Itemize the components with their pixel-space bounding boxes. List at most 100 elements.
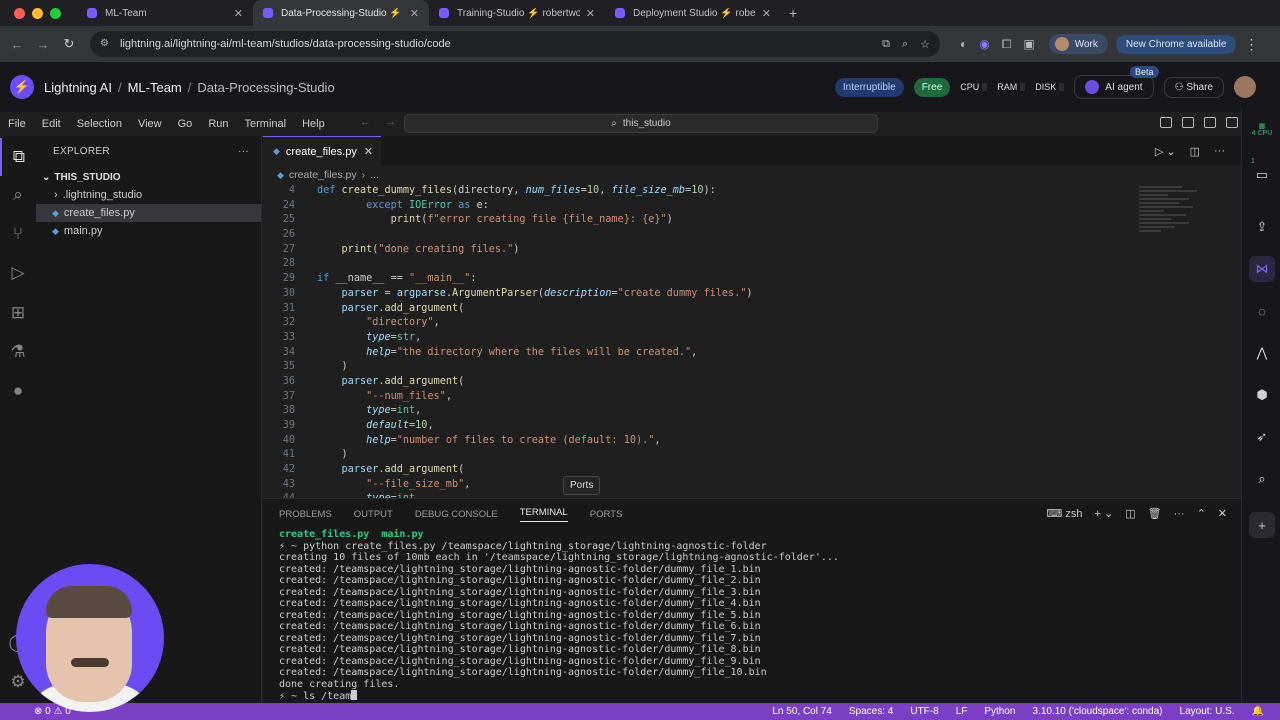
end-of-line[interactable]: LF (956, 706, 968, 717)
workspace-root[interactable]: ⌄ THIS_STUDIO (36, 168, 261, 186)
split-terminal-icon[interactable]: ◫ (1125, 507, 1135, 520)
language-mode[interactable]: Python (984, 706, 1015, 717)
breadcrumb-team[interactable]: ML-Team (128, 80, 182, 95)
toggle-sidebar-icon[interactable] (1182, 117, 1194, 128)
tree-file[interactable]: ◆ main.py (36, 222, 261, 240)
minimap[interactable] (1139, 184, 1211, 264)
code-line[interactable]: 39 default=10, (263, 419, 1241, 434)
add-plugin-icon[interactable]: + (1249, 512, 1275, 538)
more-actions-icon[interactable]: ··· (1174, 508, 1185, 520)
tab-problems[interactable]: PROBLEMS (279, 509, 332, 520)
jupyter-icon[interactable]: ◌ (1249, 298, 1275, 324)
more-actions-icon[interactable]: ··· (1214, 145, 1225, 157)
breadcrumb-symbol[interactable]: ... (370, 169, 379, 181)
search-icon[interactable]: ⌕ (0, 176, 36, 214)
more-actions-icon[interactable]: ··· (238, 146, 249, 157)
menu-terminal[interactable]: Terminal (237, 118, 295, 130)
chrome-menu-icon[interactable]: ⋮ (1244, 36, 1258, 53)
tab-debug-console[interactable]: DEBUG CONSOLE (415, 509, 498, 520)
code-line[interactable]: 27 print("done creating files.") (263, 243, 1241, 258)
terminal-shell-icon[interactable]: ⌨ zsh (1046, 507, 1082, 520)
code-line[interactable]: 33 type=str, (263, 331, 1241, 346)
code-line[interactable]: 37 "--num_files", (263, 390, 1241, 405)
minimize-window-button[interactable] (32, 7, 43, 19)
explorer-icon[interactable]: ⧉ (0, 138, 36, 176)
extensions-puzzle-icon[interactable]: ⧠ (1002, 37, 1012, 52)
side-panel-icon[interactable]: ▣ (1023, 37, 1034, 51)
tab-output[interactable]: OUTPUT (354, 509, 393, 520)
github-icon[interactable]: ● (0, 372, 36, 410)
ai-agent-button[interactable]: AI agent Beta (1074, 66, 1159, 99)
breadcrumb-org[interactable]: Lightning AI (44, 80, 112, 95)
browser-tab[interactable]: ML-Team ✕ (77, 0, 253, 26)
back-icon[interactable]: ← (4, 37, 30, 52)
close-tab-icon[interactable]: ✕ (234, 7, 243, 20)
run-debug-icon[interactable]: ▷ (0, 254, 36, 292)
vscode-icon[interactable]: ⋈ (1249, 256, 1275, 282)
site-info-icon[interactable]: ⚙ (100, 38, 112, 50)
cube-icon[interactable]: ⬢ (1249, 382, 1275, 408)
menu-view[interactable]: View (130, 118, 170, 130)
code-editor[interactable]: 4 def create_dummy_files(directory, num_f… (263, 184, 1241, 507)
toggle-panel-icon[interactable] (1204, 117, 1216, 128)
maximize-panel-icon[interactable]: ⌃ (1197, 507, 1206, 520)
nav-back-icon[interactable]: ← (360, 116, 371, 128)
code-line[interactable]: 40 help="number of files to create (defa… (263, 434, 1241, 449)
user-avatar[interactable] (1234, 76, 1256, 98)
terminal-plugin-icon[interactable]: ▭ (1249, 162, 1275, 188)
close-window-button[interactable] (14, 7, 25, 19)
code-line[interactable]: 30 parser = argparse.ArgumentParser(desc… (263, 287, 1241, 302)
breadcrumb-file[interactable]: create_files.py (289, 169, 357, 181)
keyboard-layout[interactable]: Layout: U.S. (1180, 706, 1235, 717)
source-control-icon[interactable]: ⑂ (0, 215, 36, 253)
browser-tab[interactable]: Deployment Studio ⚡ robert ✕ (605, 0, 781, 26)
forward-icon[interactable]: → (30, 37, 56, 52)
menu-go[interactable]: Go (170, 118, 201, 130)
breadcrumb-studio[interactable]: Data-Processing-Studio (197, 80, 334, 95)
nav-forward-icon[interactable]: → (385, 116, 396, 128)
extensions-icon[interactable]: ⊞ (0, 294, 36, 332)
profile-button[interactable]: Work (1048, 34, 1108, 54)
maximize-window-button[interactable] (50, 7, 61, 19)
wandb-icon[interactable]: ⋀ (1249, 340, 1275, 366)
tree-file-selected[interactable]: ◆ create_files.py (36, 204, 261, 222)
code-line[interactable]: 42 parser.add_argument( (263, 463, 1241, 478)
close-tab-icon[interactable]: ✕ (762, 7, 771, 20)
terminal-output[interactable]: create_files.py main.py ⚡ ~ python create… (263, 529, 1241, 702)
files-upload-icon[interactable]: ⇪ (1249, 214, 1275, 240)
bookmark-star-icon[interactable]: ☆ (920, 38, 930, 51)
close-tab-icon[interactable]: ✕ (410, 7, 419, 20)
browser-tab-active[interactable]: Data-Processing-Studio ⚡ ro ✕ (253, 0, 429, 26)
split-editor-icon[interactable]: ◫ (1190, 145, 1200, 158)
code-line[interactable]: 26 (263, 228, 1241, 243)
reload-icon[interactable]: ↻ (56, 36, 82, 52)
code-line[interactable]: 4 def create_dummy_files(directory, num_f… (263, 184, 1241, 199)
code-line[interactable]: 41 ) (263, 448, 1241, 463)
free-badge[interactable]: Free (913, 77, 951, 97)
new-chrome-button[interactable]: New Chrome available (1115, 34, 1237, 54)
code-line[interactable]: 25 print(f"error creating file {file_nam… (263, 213, 1241, 228)
zoom-icon[interactable]: ⌕ (902, 38, 908, 51)
search-zoom-icon[interactable]: ⌕ (1249, 466, 1275, 492)
code-line[interactable]: 43 "--file_size_mb", (263, 478, 1241, 493)
code-line[interactable]: 36 parser.add_argument( (263, 375, 1241, 390)
close-panel-icon[interactable]: ✕ (1218, 507, 1227, 520)
menu-selection[interactable]: Selection (69, 118, 130, 130)
menu-help[interactable]: Help (294, 118, 333, 130)
indentation[interactable]: Spaces: 4 (849, 706, 893, 717)
code-line[interactable]: 32 "directory", (263, 316, 1241, 331)
code-line[interactable]: 24 except IOError as e: (263, 199, 1241, 214)
toggle-secondary-sidebar-icon[interactable] (1226, 117, 1238, 128)
code-line[interactable]: 34 help="the directory where the files w… (263, 346, 1241, 361)
editor-tab[interactable]: ◆ create_files.py ✕ (263, 136, 381, 166)
close-tab-icon[interactable]: ✕ (586, 7, 595, 20)
interruptible-badge[interactable]: Interruptible (834, 77, 904, 97)
close-tab-icon[interactable]: ✕ (364, 145, 373, 158)
menu-edit[interactable]: Edit (34, 118, 69, 130)
cursor-position[interactable]: Ln 50, Col 74 (772, 706, 832, 717)
code-line[interactable]: 38 type=int, (263, 404, 1241, 419)
python-interpreter[interactable]: 3.10.10 ('cloudspace': conda) (1033, 706, 1163, 717)
browser-tab[interactable]: Training-Studio ⚡ robertwo ✕ (429, 0, 605, 26)
menu-run[interactable]: Run (200, 118, 236, 130)
share-button[interactable]: ⚇ Share (1163, 76, 1224, 98)
